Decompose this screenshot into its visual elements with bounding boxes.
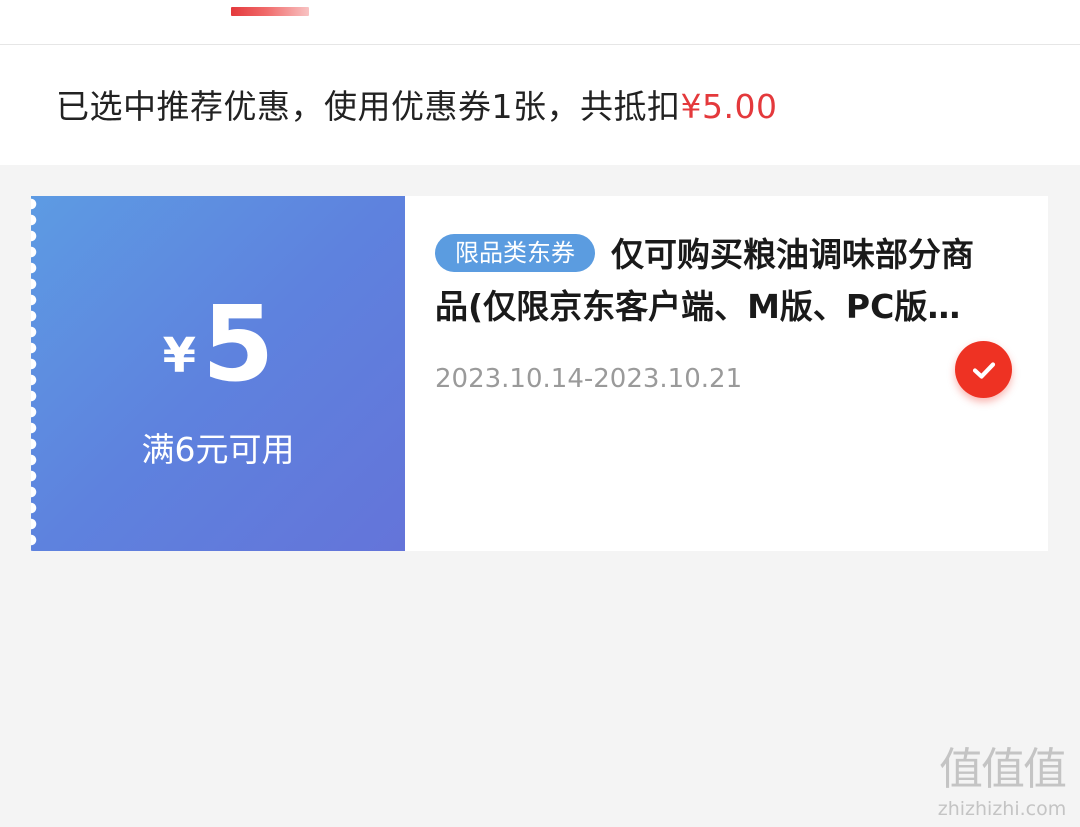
- currency-symbol: ¥: [162, 328, 197, 384]
- top-tab-bar: [0, 0, 1080, 45]
- watermark-logo: 值值值: [939, 744, 1067, 795]
- coupon-value: 5: [202, 283, 274, 405]
- watermark-domain: zhizhizhi.com: [937, 798, 1067, 820]
- coupon-description-block: 限品类东券仅可购买粮油调味部分商品(仅限京东客户端、M版、PC版使用): [435, 229, 980, 333]
- coupon-card[interactable]: ¥5 满6元可用 限品类东券 仅可购买粮油调味部分商品(仅限京东客户端、M版、PC…: [31, 196, 1048, 551]
- check-icon: [972, 361, 995, 379]
- coupon-details: 限品类东券仅可购买粮油调味部分商品(仅限京东客户端、M版、PC版使用) 2023…: [405, 196, 1048, 551]
- site-watermark: 值值值 zhizhizhi.com: [928, 742, 1076, 824]
- coupon-threshold: 满6元可用: [141, 430, 295, 469]
- active-tab-indicator: [231, 7, 309, 16]
- discount-amount: ¥5.00: [680, 87, 778, 126]
- discount-summary: 已选中推荐优惠，使用优惠券1张，共抵扣¥5.00: [56, 84, 777, 130]
- coupon-validity: 2023.10.14-2023.10.21: [435, 364, 743, 394]
- coupon-select-checkbox[interactable]: [955, 341, 1012, 398]
- summary-text: 已选中推荐优惠，使用优惠券1张，共抵扣: [56, 87, 681, 126]
- coupon-price: ¥5: [31, 292, 405, 396]
- coupon-value-panel: ¥5 满6元可用: [31, 196, 405, 551]
- coupon-type-badge: 限品类东券: [435, 234, 595, 272]
